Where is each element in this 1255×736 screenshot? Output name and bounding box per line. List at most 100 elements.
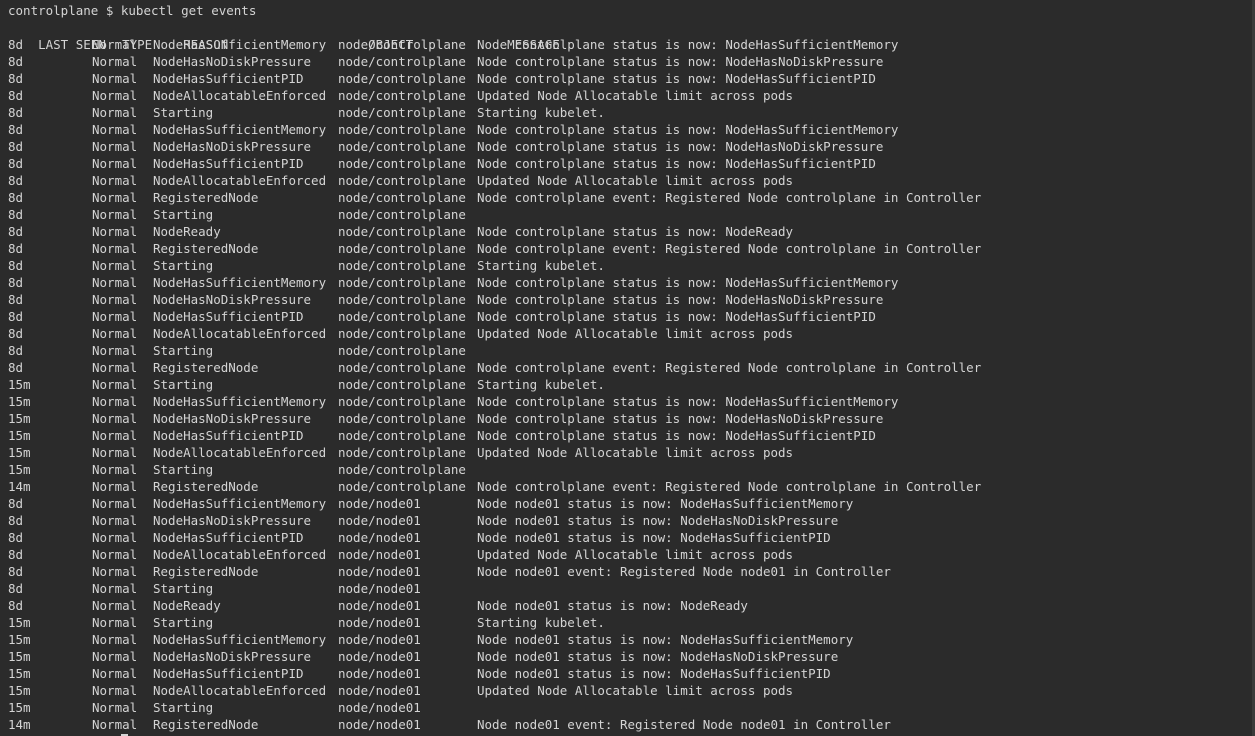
cell-type: Normal [92,343,138,358]
cell-reason: NodeHasSufficientMemory [153,37,327,52]
cell-object: node/controlplane [338,173,466,188]
cell-type: Normal [92,547,138,562]
cell-object: node/node01 [338,564,421,579]
cell-type: Normal [92,513,138,528]
cell-reason: Starting [153,377,214,392]
cell-message: Node node01 status is now: NodeHasSuffic… [477,666,831,681]
cell-reason: Starting [153,105,214,120]
cell-reason: Starting [153,343,214,358]
cell-type: Normal [92,207,138,222]
cell-reason: NodeHasNoDiskPressure [153,513,312,528]
cell-object: node/controlplane [338,105,466,120]
cell-last-seen: 8d [8,258,24,273]
cell-reason: NodeHasSufficientPID [153,428,304,443]
cell-reason: RegisteredNode [153,360,259,375]
cell-reason: Starting [153,258,214,273]
terminal-window[interactable]: controlplane $ kubectl get events LAST S… [0,0,1255,736]
cell-type: Normal [92,88,138,103]
cell-object: node/controlplane [338,292,466,307]
cell-type: Normal [92,377,138,392]
cell-message: Updated Node Allocatable limit across po… [477,173,794,188]
cell-type: Normal [92,71,138,86]
table-row: 8d Normal NodeHasSufficientMemory node/node… [0,495,1255,512]
cell-type: Normal [92,37,138,52]
cell-reason: NodeHasNoDiskPressure [153,54,312,69]
cell-type: Normal [92,190,138,205]
cell-object: node/controlplane [338,309,466,324]
cell-reason: NodeAllocatableEnforced [153,547,327,562]
cell-reason: NodeAllocatableEnforced [153,683,327,698]
cell-reason: NodeAllocatableEnforced [153,445,327,460]
cell-message: Updated Node Allocatable limit across po… [477,547,794,562]
table-row: 15m Normal NodeHasSufficientPID node/contro… [0,427,1255,444]
cell-type: Normal [92,666,138,681]
cell-last-seen: 8d [8,581,24,596]
table-row: 15m Normal NodeHasNoDiskPressure node/contr… [0,410,1255,427]
cell-type: Normal [92,530,138,545]
cell-message: Starting kubelet. [477,105,605,120]
table-row: 8d Normal NodeHasNoDiskPressure node/contro… [0,53,1255,70]
cell-object: node/controlplane [338,122,466,137]
cell-message: Node controlplane status is now: NodeHas… [477,309,876,324]
cell-type: Normal [92,462,138,477]
shell-prompt-command-line: controlplane $ kubectl get events [8,3,257,18]
cell-object: node/controlplane [338,207,466,222]
cell-last-seen: 8d [8,88,24,103]
table-row: 15m Normal Starting node/controlplane [0,461,1255,478]
table-row: 8d Normal Starting node/controlplane Startin… [0,104,1255,121]
cell-last-seen: 15m [8,411,31,426]
cell-last-seen: 15m [8,462,31,477]
table-row: 8d Normal RegisteredNode node/controlplane N… [0,359,1255,376]
cell-object: node/controlplane [338,445,466,460]
cell-type: Normal [92,445,138,460]
cell-type: Normal [92,224,138,239]
cell-last-seen: 8d [8,513,24,528]
cell-message: Node controlplane status is now: NodeHas… [477,54,884,69]
cell-last-seen: 8d [8,173,24,188]
table-row: 8d Normal RegisteredNode node/controlplane N… [0,240,1255,257]
cell-reason: NodeHasNoDiskPressure [153,139,312,154]
cell-object: node/controlplane [338,428,466,443]
cell-reason: NodeHasSufficientPID [153,156,304,171]
cell-type: Normal [92,156,138,171]
cell-last-seen: 8d [8,54,24,69]
table-row: 14m Normal RegisteredNode node/node01 Node n… [0,716,1255,733]
cell-object: node/node01 [338,615,421,630]
cell-type: Normal [92,241,138,256]
table-row: 15m Normal Starting node/node01 [0,699,1255,716]
table-row: 8d Normal NodeHasSufficientPID node/control… [0,308,1255,325]
table-row: 8d Normal RegisteredNode node/node01 Node no… [0,563,1255,580]
cell-last-seen: 8d [8,156,24,171]
cell-message: Node controlplane status is now: NodeHas… [477,411,884,426]
cell-message: Node controlplane status is now: NodeHas… [477,71,876,86]
table-row: 15m Normal NodeHasSufficientPID node/node01… [0,665,1255,682]
cell-message: Node node01 status is now: NodeHasSuffic… [477,632,854,647]
cell-reason: NodeHasSufficientMemory [153,632,327,647]
table-row: 8d Normal Starting node/controlplane [0,342,1255,359]
cell-message: Node node01 event: Registered Node node0… [477,717,891,732]
cell-type: Normal [92,564,138,579]
cell-type: Normal [92,598,138,613]
cell-message: Node node01 status is now: NodeHasNoDisk… [477,649,839,664]
cell-last-seen: 8d [8,37,24,52]
cell-message: Node controlplane status is now: NodeHas… [477,292,884,307]
cell-last-seen: 8d [8,224,24,239]
cell-reason: NodeHasSufficientMemory [153,275,327,290]
cell-last-seen: 15m [8,377,31,392]
cell-last-seen: 8d [8,275,24,290]
cell-reason: NodeReady [153,598,221,613]
cell-object: node/controlplane [338,326,466,341]
cell-reason: NodeAllocatableEnforced [153,173,327,188]
table-row: 15m Normal NodeHasSufficientMemory node/nod… [0,631,1255,648]
cell-message: Node controlplane status is now: NodeHas… [477,428,876,443]
table-row: 8d Normal NodeHasSufficientPID node/control… [0,70,1255,87]
cell-last-seen: 14m [8,717,31,732]
cell-object: node/controlplane [338,275,466,290]
cell-object: node/node01 [338,530,421,545]
cell-last-seen: 15m [8,428,31,443]
cell-message: Node controlplane status is now: NodeRea… [477,224,794,239]
cell-object: node/controlplane [338,88,466,103]
cell-message: Node node01 status is now: NodeReady [477,598,748,613]
cell-last-seen: 8d [8,122,24,137]
cell-last-seen: 8d [8,105,24,120]
